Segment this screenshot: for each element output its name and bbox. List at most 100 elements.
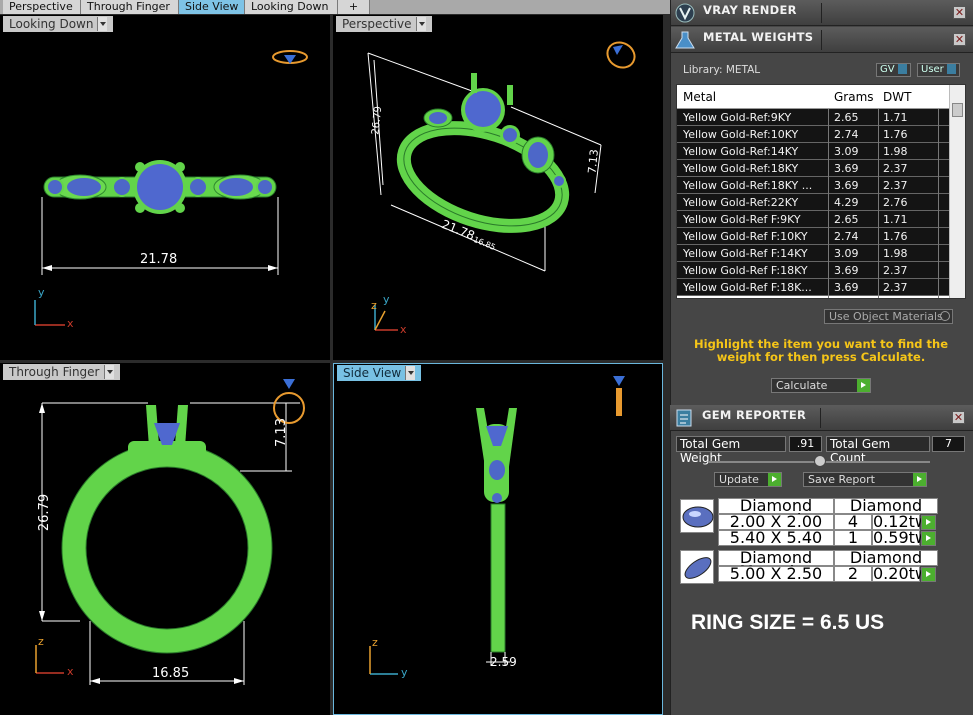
metal-name-cell: Yellow Gold-Ref:18KY ... bbox=[683, 179, 813, 192]
chevron-down-icon[interactable] bbox=[103, 365, 114, 379]
grams-cell: 3.69 bbox=[834, 281, 859, 294]
select-gem-button[interactable] bbox=[921, 567, 936, 582]
column-grams[interactable]: Grams bbox=[834, 90, 874, 104]
metal-table-scrollbar[interactable] bbox=[949, 85, 965, 298]
gem-reporter-header[interactable]: GEM REPORTER ✕ bbox=[670, 405, 973, 431]
chevron-down-icon[interactable] bbox=[97, 17, 108, 31]
viewport-label-looking-down[interactable]: Looking Down bbox=[3, 16, 114, 32]
dwt-cell: 1.76 bbox=[883, 128, 908, 141]
viewport-through-finger[interactable]: Through Finger 26.79 7.13 16.85 z x bbox=[0, 363, 330, 715]
grams-cell: 3.69 bbox=[834, 162, 859, 175]
metal-rows: Yellow Gold-Ref:9KY 2.65 1.71 Yellow Gold-R… bbox=[677, 109, 965, 296]
axis-z-label: z bbox=[371, 299, 377, 312]
ring-size-annotation: RING SIZE = 6.5 US bbox=[691, 611, 885, 634]
calculate-hint: Highlight the item you want to find the … bbox=[694, 337, 948, 364]
viewport-looking-down[interactable]: Looking Down 21.78 y x bbox=[0, 15, 330, 360]
table-row[interactable]: Yellow Gold-Ref F:14KY 3.09 1.98 bbox=[677, 245, 965, 262]
dimension-height: 26.79 bbox=[37, 493, 53, 532]
use-object-materials-toggle[interactable]: Use Object Materials bbox=[824, 309, 953, 324]
metal-table[interactable]: Metal Grams DWT Yellow Gold-Ref:9KY 2.65 1… bbox=[676, 84, 966, 299]
calculate-label: Calculate bbox=[776, 379, 828, 392]
column-metal[interactable]: Metal bbox=[683, 90, 716, 104]
dimension-width: 2.59 bbox=[490, 655, 517, 669]
play-icon bbox=[857, 379, 870, 392]
calculate-button[interactable]: Calculate bbox=[771, 378, 871, 393]
vray-render-header[interactable]: VRAY RENDER ✕ bbox=[671, 0, 973, 26]
tab-perspective[interactable]: Perspective bbox=[3, 0, 81, 14]
info-icon bbox=[946, 64, 956, 74]
table-row[interactable]: Yellow Gold-Ref F:18KY 3.69 2.37 bbox=[677, 262, 965, 279]
dwt-cell: 1.71 bbox=[883, 213, 908, 226]
table-row[interactable]: Yellow Gold-Ref F:10KY 2.74 1.76 bbox=[677, 228, 965, 245]
dimension-width: 16.85 bbox=[152, 666, 190, 681]
tab-looking-down[interactable]: Looking Down bbox=[245, 0, 338, 14]
play-icon bbox=[768, 473, 781, 486]
close-icon[interactable]: ✕ bbox=[952, 411, 965, 424]
add-tab-button[interactable]: + bbox=[338, 0, 370, 14]
grams-cell: 2.74 bbox=[834, 128, 859, 141]
chevron-down-icon[interactable] bbox=[415, 17, 426, 31]
grams-cell: 3.09 bbox=[834, 247, 859, 260]
dwt-cell: 2.37 bbox=[883, 281, 908, 294]
viewport-title: Perspective bbox=[342, 17, 412, 31]
grams-cell: 3.69 bbox=[834, 179, 859, 192]
viewport-title: Side View bbox=[343, 366, 402, 380]
play-icon bbox=[922, 532, 935, 545]
grams-cell: 3.09 bbox=[834, 145, 859, 158]
close-icon[interactable]: ✕ bbox=[953, 6, 966, 19]
table-header: Metal Grams DWT bbox=[677, 85, 965, 109]
table-row[interactable]: Yellow Gold-Ref:18KY ... 3.69 2.37 bbox=[677, 177, 965, 194]
dimension-top: 7.13 bbox=[585, 148, 601, 175]
gv-toggle[interactable]: GV bbox=[876, 63, 911, 77]
select-gem-button[interactable] bbox=[921, 531, 936, 546]
viewport-side-view[interactable]: Side View 2.59 z y bbox=[333, 363, 663, 715]
close-icon[interactable]: ✕ bbox=[953, 33, 966, 46]
diamond-round-thumbnail bbox=[680, 499, 714, 533]
dwt-cell: 1.98 bbox=[883, 247, 908, 260]
table-row[interactable]: Yellow Gold-Ref F:9KY 2.65 1.71 bbox=[677, 211, 965, 228]
scroll-thumb[interactable] bbox=[952, 103, 963, 117]
column-dwt[interactable]: DWT bbox=[883, 90, 911, 104]
metal-weights-header[interactable]: METAL WEIGHTS ✕ bbox=[671, 27, 973, 53]
total-gem-weight-label: Total Gem Weight bbox=[676, 436, 786, 465]
table-row[interactable]: Yellow Gold-Ref:9KY 2.65 1.71 bbox=[677, 109, 965, 126]
chevron-down-icon[interactable] bbox=[405, 366, 416, 380]
diamond-marquise-thumbnail bbox=[680, 550, 714, 584]
grams-cell: 3.69 bbox=[834, 264, 859, 277]
grams-cell: 2.65 bbox=[834, 111, 859, 124]
splitter-handle[interactable] bbox=[814, 455, 826, 467]
dwt-cell: 2.37 bbox=[883, 162, 908, 175]
metal-name-cell: Yellow Gold-Ref F:10KY bbox=[683, 230, 808, 243]
update-label: Update bbox=[719, 473, 759, 486]
viewport-title: Through Finger bbox=[9, 365, 100, 379]
viewport-label-side-view[interactable]: Side View bbox=[337, 365, 422, 381]
column-divider bbox=[878, 109, 879, 298]
dimension-width: 21.78 bbox=[140, 252, 178, 267]
table-row[interactable]: Yellow Gold-Ref:14KY 3.09 1.98 bbox=[677, 143, 965, 160]
axis-x-label: x bbox=[67, 317, 74, 330]
vray-title: VRAY RENDER bbox=[703, 3, 797, 17]
tab-side-view[interactable]: Side View bbox=[179, 0, 245, 14]
table-row[interactable]: Yellow Gold-Ref F:18K... 3.69 2.37 bbox=[677, 279, 965, 296]
axis-y-label: y bbox=[401, 666, 408, 679]
gem-size: 5.40 X 5.40 bbox=[718, 530, 834, 546]
user-label: User bbox=[921, 64, 944, 75]
looking-down-canvas bbox=[34, 50, 308, 326]
axis-y-label: y bbox=[383, 293, 390, 306]
table-row[interactable]: Yellow Gold-Ref:22KY 4.29 2.76 bbox=[677, 194, 965, 211]
viewport-label-through-finger[interactable]: Through Finger bbox=[3, 364, 120, 380]
gem-weight: 0.59tw bbox=[872, 528, 928, 547]
gv-label: GV bbox=[880, 64, 895, 75]
axis-x-label: x bbox=[400, 323, 407, 336]
gem-count: 2 bbox=[834, 566, 872, 582]
user-toggle[interactable]: User bbox=[917, 63, 960, 77]
viewport-perspective[interactable]: Perspective 26.79 21.78 16.85 7.13 z y x bbox=[333, 15, 663, 360]
tab-through-finger[interactable]: Through Finger bbox=[81, 0, 179, 14]
viewport-title: Looking Down bbox=[9, 17, 94, 31]
app-window: Perspective Through Finger Side View Loo… bbox=[0, 0, 973, 715]
update-button[interactable]: Update bbox=[714, 472, 782, 487]
save-report-button[interactable]: Save Report bbox=[803, 472, 927, 487]
viewport-label-perspective[interactable]: Perspective bbox=[336, 16, 432, 32]
table-row[interactable]: Yellow Gold-Ref:18KY 3.69 2.37 bbox=[677, 160, 965, 177]
table-row[interactable]: Yellow Gold-Ref:10KY 2.74 1.76 bbox=[677, 126, 965, 143]
